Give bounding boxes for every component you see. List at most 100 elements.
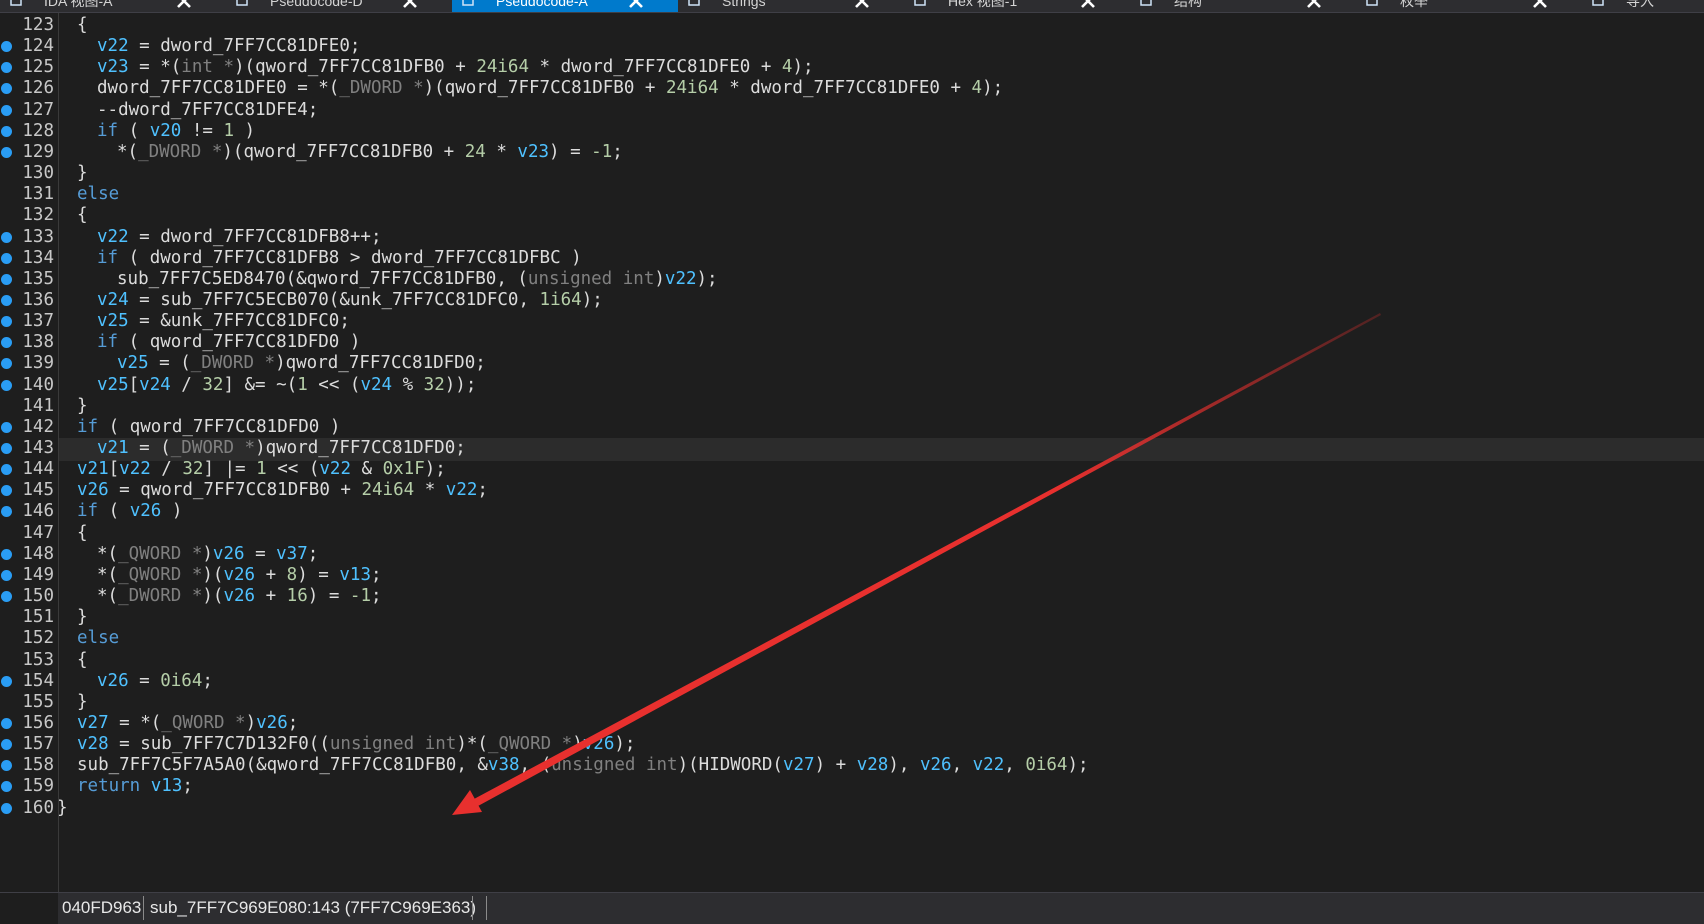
breakpoint-marker-icon[interactable] bbox=[1, 146, 12, 158]
code-line[interactable]: { bbox=[59, 650, 1704, 673]
breakpoint-marker-icon[interactable] bbox=[1, 569, 12, 581]
breakpoint-marker-icon[interactable] bbox=[1, 231, 12, 243]
close-icon[interactable] bbox=[1532, 0, 1548, 9]
breakpoint-marker-icon[interactable] bbox=[1, 125, 12, 137]
ida-view-icon bbox=[10, 0, 22, 6]
code-token: qword_7FF7CC81DFB0 bbox=[243, 141, 434, 162]
code-token: dword_7FF7CC81DFE0 bbox=[750, 78, 940, 99]
line-number-gutter[interactable]: 123 124 125 126 127 128 129 130 131 132 133 134 135 1… bbox=[0, 13, 59, 892]
code-token: 4 bbox=[781, 57, 793, 78]
tab-label: Strings bbox=[722, 0, 766, 9]
code-line[interactable]: --dword_7FF7CC81DFE4; bbox=[59, 100, 1704, 123]
code-line[interactable]: } bbox=[59, 692, 1704, 715]
breakpoint-marker-icon[interactable] bbox=[1, 802, 12, 814]
pseudocode-view[interactable]: {v22 = dword_7FF7CC81DFE0; v23 = *(int *)… bbox=[59, 13, 1704, 892]
code-token: _QWORD * bbox=[118, 543, 203, 564]
breakpoint-marker-icon[interactable] bbox=[1, 548, 12, 560]
code-line[interactable]: v26 = 0i64; bbox=[59, 671, 1704, 694]
hex-view-icon bbox=[914, 0, 926, 6]
code-token: = bbox=[128, 670, 161, 691]
code-token: , bbox=[1004, 755, 1026, 776]
line-number: 159 bbox=[22, 776, 54, 797]
tab-ida-a[interactable]: IDA 视图-A bbox=[0, 0, 226, 12]
tab-[interactable]: 枚举 bbox=[1356, 0, 1582, 12]
code-line[interactable]: else bbox=[59, 628, 1704, 651]
tab-label: Hex 视图-1 bbox=[948, 0, 1018, 9]
code-line[interactable]: } bbox=[59, 607, 1704, 630]
breakpoint-marker-icon[interactable] bbox=[1, 83, 12, 95]
breakpoint-marker-icon[interactable] bbox=[1, 760, 12, 772]
code-token: ] |= bbox=[203, 459, 257, 480]
tab-hex-1[interactable]: Hex 视图-1 bbox=[904, 0, 1130, 12]
tab-pseudocode-a[interactable]: Pseudocode-A bbox=[452, 0, 678, 12]
breakpoint-marker-icon[interactable] bbox=[1, 781, 12, 793]
code-text: v22 = dword_7FF7CC81DFB8++; bbox=[97, 226, 381, 249]
breakpoint-marker-icon[interactable] bbox=[1, 294, 12, 306]
breakpoint-marker-icon[interactable] bbox=[1, 41, 12, 53]
code-token: 32 bbox=[182, 459, 204, 480]
breakpoint-marker-icon[interactable] bbox=[1, 316, 12, 328]
tab-strings[interactable]: Strings bbox=[678, 0, 904, 12]
line-number: 145 bbox=[22, 480, 54, 501]
close-icon[interactable] bbox=[402, 0, 418, 9]
code-token: )( bbox=[677, 755, 699, 776]
breakpoint-marker-icon[interactable] bbox=[1, 104, 12, 116]
tab-[interactable]: 导入 bbox=[1582, 0, 1704, 12]
breakpoint-marker-icon[interactable] bbox=[1, 443, 12, 454]
breakpoint-marker-icon[interactable] bbox=[1, 739, 12, 751]
code-text: v25 = &unk_7FF7CC81DFC0; bbox=[97, 310, 350, 333]
code-token: else bbox=[77, 628, 120, 649]
code-token: = *( bbox=[108, 712, 162, 733]
tab-pseudocode-d[interactable]: Pseudocode-D bbox=[226, 0, 452, 12]
code-token: 1 bbox=[297, 374, 308, 395]
tab-[interactable]: 结构 bbox=[1130, 0, 1356, 12]
close-icon[interactable] bbox=[1306, 0, 1322, 9]
code-token: + bbox=[750, 57, 782, 78]
breakpoint-marker-icon[interactable] bbox=[1, 421, 12, 433]
code-line[interactable]: else bbox=[59, 184, 1704, 207]
code-token: qword_7FF7CC81DFB0 bbox=[266, 755, 457, 776]
code-token: sub_7FF7C5ED8470 bbox=[117, 268, 286, 289]
code-line[interactable]: v25[v24 / 32] &= ~(1 << (v24 % 32)); bbox=[59, 375, 1704, 398]
code-token: v26 bbox=[223, 564, 256, 585]
breakpoint-marker-icon[interactable] bbox=[1, 717, 12, 729]
breakpoint-marker-icon[interactable] bbox=[1, 506, 12, 518]
code-text: } bbox=[77, 162, 88, 185]
code-line[interactable]: *(_DWORD *)(qword_7FF7CC81DFB0 + 24 * v2… bbox=[59, 142, 1704, 165]
breakpoint-marker-icon[interactable] bbox=[1, 337, 12, 349]
close-icon[interactable] bbox=[854, 0, 870, 9]
code-token: ) bbox=[572, 734, 583, 755]
status-location: sub_7FF7C969E080:143 (7FF7C969E363) bbox=[150, 898, 477, 917]
breakpoint-marker-icon[interactable] bbox=[1, 464, 12, 476]
breakpoint-marker-icon[interactable] bbox=[1, 591, 12, 603]
code-token: ) bbox=[161, 501, 183, 522]
code-line[interactable]: v26 = qword_7FF7CC81DFB0 + 24i64 * v22; bbox=[59, 480, 1704, 503]
breakpoint-marker-icon[interactable] bbox=[1, 675, 12, 687]
code-line[interactable]: *(_DWORD *)(v26 + 16) = -1; bbox=[59, 586, 1704, 609]
close-icon[interactable] bbox=[176, 0, 192, 9]
breakpoint-marker-icon[interactable] bbox=[1, 358, 12, 370]
status-address: 040FD963 bbox=[62, 898, 142, 917]
code-text: v21 = (_DWORD *)qword_7FF7CC81DFD0; bbox=[97, 437, 466, 460]
code-line[interactable]: if ( v26 ) bbox=[59, 501, 1704, 524]
close-icon[interactable] bbox=[628, 0, 644, 9]
code-line[interactable]: } bbox=[59, 798, 1704, 821]
code-token: & bbox=[350, 459, 383, 480]
code-token: { bbox=[77, 649, 88, 670]
code-token: if bbox=[77, 501, 99, 522]
code-line[interactable]: sub_7FF7C5F7A5A0(&qword_7FF7CC81DFB0, &v… bbox=[59, 755, 1704, 778]
close-icon[interactable] bbox=[1080, 0, 1096, 9]
code-token: v22 bbox=[972, 755, 1005, 776]
line-number: 132 bbox=[22, 205, 54, 226]
breakpoint-marker-icon[interactable] bbox=[1, 252, 12, 264]
code-token: if bbox=[97, 120, 119, 141]
breakpoint-marker-icon[interactable] bbox=[1, 62, 12, 74]
code-token: qword_7FF7CC81DFB0 bbox=[444, 78, 635, 99]
line-number: 156 bbox=[22, 712, 54, 733]
breakpoint-marker-icon[interactable] bbox=[1, 485, 12, 497]
code-line[interactable]: return v13; bbox=[59, 776, 1704, 799]
breakpoint-marker-icon[interactable] bbox=[1, 379, 12, 391]
code-line[interactable]: } bbox=[59, 163, 1704, 186]
breakpoint-marker-icon[interactable] bbox=[1, 273, 12, 285]
code-token: )); bbox=[444, 374, 477, 395]
